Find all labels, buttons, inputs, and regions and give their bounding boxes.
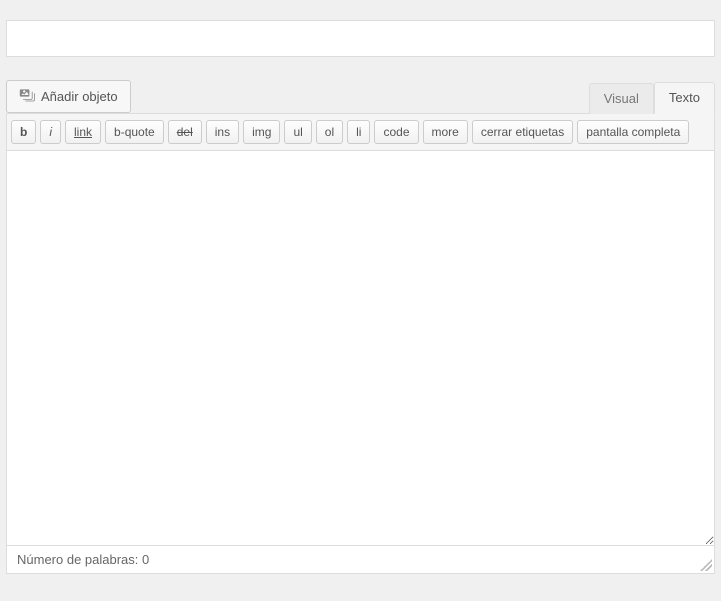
content-textarea[interactable] [6, 151, 715, 546]
qt-code-button[interactable]: code [374, 120, 418, 144]
tab-visual[interactable]: Visual [589, 83, 654, 114]
qt-italic-button[interactable]: i [40, 120, 61, 144]
qt-ins-button[interactable]: ins [206, 120, 239, 144]
post-title-input[interactable] [6, 20, 715, 57]
media-icon [19, 87, 35, 106]
add-media-button[interactable]: Añadir objeto [6, 80, 131, 113]
add-media-label: Añadir objeto [41, 89, 118, 104]
editor-wrap: b i link b-quote del ins img ul ol li co… [6, 113, 715, 574]
qt-ol-button[interactable]: ol [316, 120, 343, 144]
editor-container: Añadir objeto Visual Texto b i link b-qu… [0, 0, 721, 574]
resize-grip-icon[interactable] [700, 559, 712, 571]
title-area [0, 0, 721, 65]
qt-del-button[interactable]: del [168, 120, 202, 144]
tab-visual-label: Visual [604, 91, 639, 106]
word-count-value: 0 [142, 552, 149, 567]
qt-bold-button[interactable]: b [11, 120, 36, 144]
tab-text[interactable]: Texto [654, 82, 715, 114]
editor-tabs: Visual Texto [589, 81, 715, 113]
media-tab-row: Añadir objeto Visual Texto [0, 65, 721, 113]
quicktags-toolbar: b i link b-quote del ins img ul ol li co… [6, 113, 715, 151]
qt-img-button[interactable]: img [243, 120, 280, 144]
qt-link-button[interactable]: link [65, 120, 101, 144]
status-bar: Número de palabras: 0 [6, 546, 715, 574]
qt-blockquote-button[interactable]: b-quote [105, 120, 164, 144]
qt-li-button[interactable]: li [347, 120, 370, 144]
qt-close-tags-button[interactable]: cerrar etiquetas [472, 120, 573, 144]
tab-text-label: Texto [669, 90, 700, 105]
qt-more-button[interactable]: more [423, 120, 468, 144]
qt-fullscreen-button[interactable]: pantalla completa [577, 120, 689, 144]
word-count-label: Número de palabras: [17, 552, 142, 567]
qt-ul-button[interactable]: ul [284, 120, 311, 144]
